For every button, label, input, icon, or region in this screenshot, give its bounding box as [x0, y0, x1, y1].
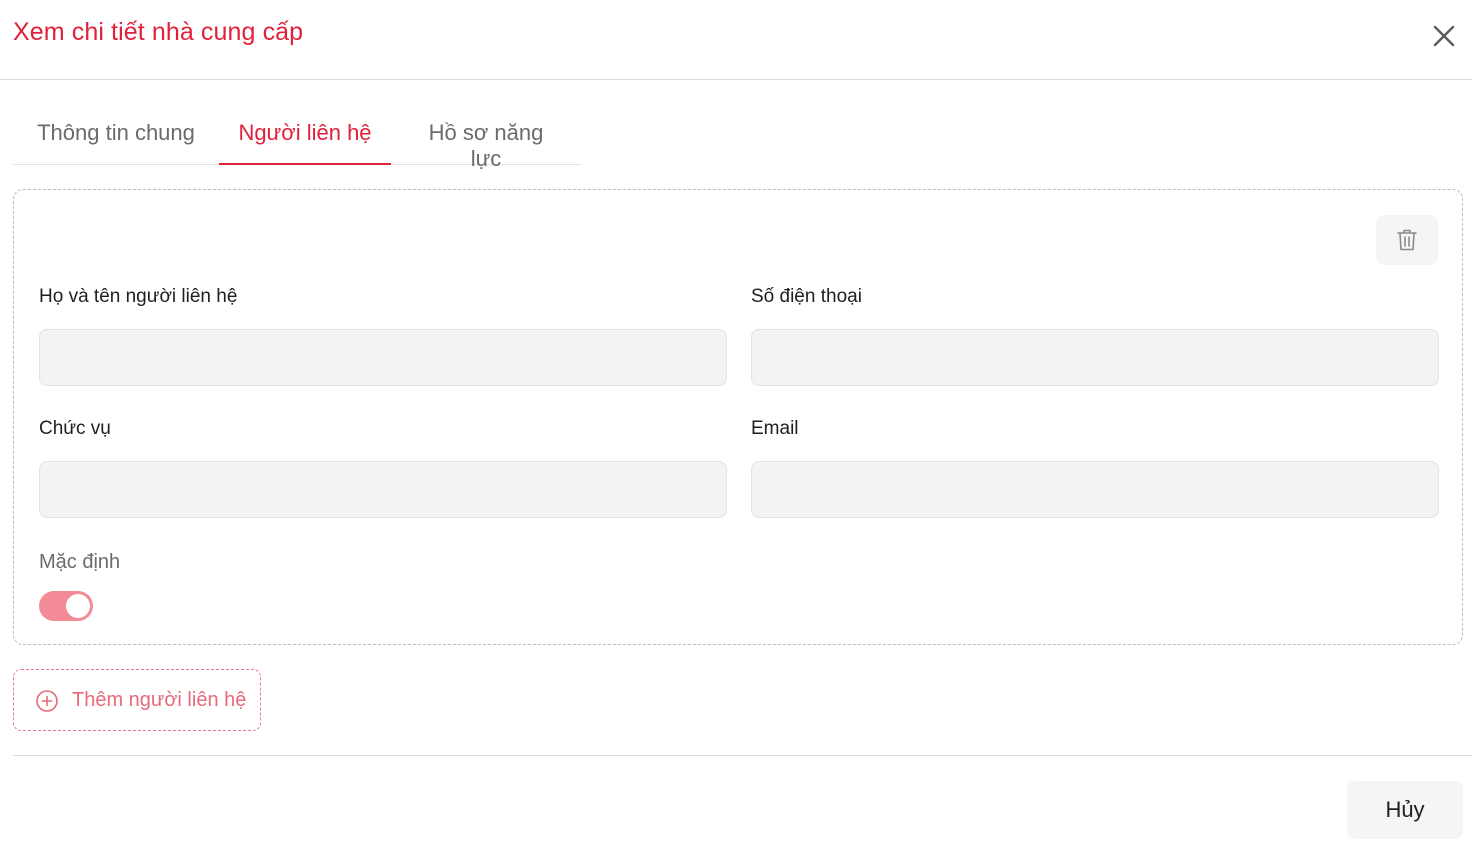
tab-contacts[interactable]: Người liên hệ — [219, 104, 391, 165]
dialog-title: Xem chi tiết nhà cung cấp — [13, 18, 304, 46]
phone-label: Số điện thoại — [751, 286, 862, 307]
add-contact-label: Thêm người liên hệ — [72, 689, 247, 711]
close-icon — [1433, 25, 1455, 47]
toggle-knob — [66, 594, 90, 618]
plus-circle-icon — [36, 690, 58, 712]
email-input[interactable] — [751, 461, 1439, 518]
contact-name-input[interactable] — [39, 329, 727, 386]
tab-general-info[interactable]: Thông tin chung — [33, 104, 199, 165]
dialog-footer: Hủy — [13, 755, 1472, 850]
cancel-button[interactable]: Hủy — [1347, 781, 1463, 839]
supplier-detail-dialog: Xem chi tiết nhà cung cấp Thông tin chun… — [0, 0, 1472, 850]
add-contact-button[interactable]: Thêm người liên hệ — [13, 669, 261, 731]
position-input[interactable] — [39, 461, 727, 518]
trash-icon — [1397, 229, 1417, 251]
contact-name-label: Họ và tên người liên hệ — [39, 286, 238, 307]
phone-input[interactable] — [751, 329, 1439, 386]
tab-bar: Thông tin chung Người liên hệ Hồ sơ năng… — [13, 104, 581, 171]
delete-contact-button[interactable] — [1376, 215, 1438, 265]
contact-card: Họ và tên người liên hệ Số điện thoại Ch… — [13, 189, 1463, 645]
email-label: Email — [751, 418, 799, 439]
position-label: Chức vụ — [39, 418, 111, 439]
close-button[interactable] — [1428, 20, 1460, 52]
default-label: Mặc định — [39, 551, 121, 573]
default-toggle[interactable] — [39, 591, 93, 621]
dialog-header: Xem chi tiết nhà cung cấp — [0, 0, 1472, 80]
tab-capability-profile[interactable]: Hồ sơ năng lực — [411, 104, 561, 171]
